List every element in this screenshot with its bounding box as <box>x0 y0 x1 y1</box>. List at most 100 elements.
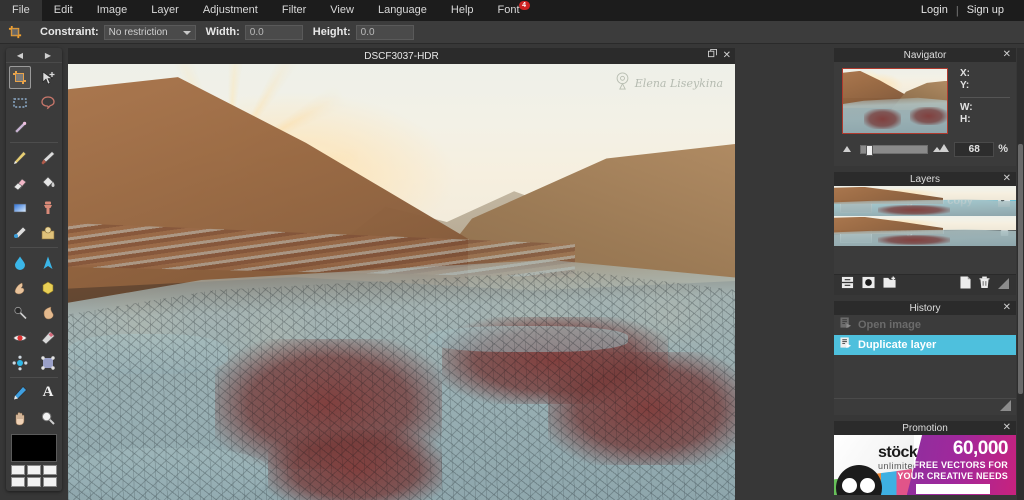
navigator-x-row: X: <box>960 68 1010 80</box>
close-icon[interactable]: ✕ <box>1003 48 1011 62</box>
close-icon[interactable]: ✕ <box>723 49 731 63</box>
swatch[interactable] <box>27 477 41 487</box>
promotion-subline-2: YOUR CREATIVE NEEDS <box>897 471 1008 481</box>
eraser-tool-icon[interactable] <box>6 170 34 195</box>
menu-layer[interactable]: Layer <box>139 0 191 21</box>
document-titlebar[interactable]: DSCF3037-HDR ✕ <box>68 48 735 65</box>
history-panel-footer <box>834 398 1016 415</box>
swatch[interactable] <box>43 477 57 487</box>
history-row[interactable]: Duplicate layer <box>834 335 1016 355</box>
image-canvas[interactable]: Elena Liseykina <box>68 64 735 500</box>
promotion-cta-button[interactable] <box>916 484 990 494</box>
signup-button[interactable]: Sign up <box>959 0 1012 21</box>
dodge-tool-icon[interactable] <box>6 300 34 325</box>
navigator-x-label: X: <box>960 68 970 79</box>
swatch[interactable] <box>27 465 41 475</box>
height-input[interactable]: 0.0 <box>355 24 414 40</box>
layer-row[interactable]: Background copy ✔ <box>834 186 1016 216</box>
smudge-tool-icon[interactable] <box>6 275 34 300</box>
menu-language[interactable]: Language <box>366 0 439 21</box>
crop-tool-icon[interactable] <box>6 65 34 90</box>
resize-grip-icon[interactable] <box>998 276 1009 294</box>
pencil-tool-icon[interactable] <box>6 145 34 170</box>
close-icon[interactable]: ✕ <box>1003 301 1011 315</box>
gradient-tool-icon[interactable] <box>6 195 34 220</box>
magic-wand-tool-icon[interactable] <box>6 115 34 140</box>
tool-grid: A <box>6 63 62 430</box>
eyedropper-tool-icon[interactable] <box>6 380 34 405</box>
healing-brush-tool-icon[interactable] <box>6 220 34 245</box>
warp-tool-icon[interactable] <box>34 350 62 375</box>
zoom-out-icon[interactable] <box>842 140 856 158</box>
watermark-text: Elena Liseykina <box>634 77 723 90</box>
zoom-level-value[interactable]: 68 <box>954 141 995 157</box>
close-icon[interactable]: ✕ <box>1003 421 1011 435</box>
stamp-shape-tool-icon[interactable] <box>34 220 62 245</box>
right-scrollbar[interactable] <box>1017 48 1024 500</box>
layers-panel-header[interactable]: Layers ✕ <box>834 172 1016 186</box>
history-step-icon <box>840 336 852 354</box>
zoom-slider-handle[interactable] <box>866 144 874 156</box>
pinch-tool-icon[interactable] <box>34 325 62 350</box>
navigator-y-row: Y: <box>960 80 1010 92</box>
watermark-logo-icon <box>615 72 630 95</box>
promotion-banner[interactable]: stöck unlimited 60,000 FREE VECTORS FOR … <box>834 435 1016 495</box>
merge-layers-icon[interactable] <box>841 276 854 294</box>
layers-panel-body: Background copy ✔ Background <box>834 186 1016 295</box>
navigator-thumbnail[interactable] <box>842 68 948 134</box>
menu-font[interactable]: Font 4 <box>486 0 532 21</box>
lasso-select-tool-icon[interactable] <box>34 90 62 115</box>
chevron-left-icon[interactable]: ◀ <box>6 48 34 62</box>
width-input[interactable]: 0.0 <box>244 24 303 40</box>
menu-view[interactable]: View <box>318 0 366 21</box>
menu-image[interactable]: Image <box>85 0 140 21</box>
scrollbar-thumb[interactable] <box>1018 144 1023 394</box>
zoom-in-icon[interactable] <box>932 140 950 158</box>
navigator-panel-header[interactable]: Navigator ✕ <box>834 48 1016 62</box>
resize-grip-icon[interactable] <box>1000 398 1011 416</box>
tools-panel: ◀ ▶ A <box>6 48 62 491</box>
zoom-slider[interactable] <box>860 144 929 156</box>
history-panel-header[interactable]: History ✕ <box>834 301 1016 315</box>
navigator-y-label: Y: <box>960 80 970 91</box>
add-layer-icon[interactable] <box>883 276 897 294</box>
sponge-tool-icon[interactable] <box>34 275 62 300</box>
menu-file[interactable]: File <box>0 0 42 21</box>
clone-stamp-tool-icon[interactable] <box>34 195 62 220</box>
chevron-right-icon[interactable]: ▶ <box>34 48 62 62</box>
menu-filter[interactable]: Filter <box>270 0 318 21</box>
menu-font-badge: 4 <box>518 1 530 10</box>
brush-tool-icon[interactable] <box>34 145 62 170</box>
swatch[interactable] <box>11 465 25 475</box>
layers-empty-space <box>834 246 1016 274</box>
sharpen-tool-icon[interactable] <box>34 250 62 275</box>
delete-layer-icon[interactable] <box>979 276 990 294</box>
restore-window-icon[interactable] <box>707 49 717 63</box>
menu-adjustment[interactable]: Adjustment <box>191 0 270 21</box>
burn-tool-icon[interactable] <box>34 300 62 325</box>
layer-mask-icon[interactable] <box>862 276 875 294</box>
red-eye-tool-icon[interactable] <box>6 325 34 350</box>
navigator-coordinates: X: Y: W: H: <box>948 68 1010 134</box>
paint-bucket-tool-icon[interactable] <box>34 170 62 195</box>
swatch[interactable] <box>11 477 25 487</box>
height-label: Height: <box>312 26 351 38</box>
blur-tool-icon[interactable] <box>6 250 34 275</box>
hand-tool-icon[interactable] <box>6 405 34 430</box>
text-tool-icon[interactable]: A <box>34 380 62 405</box>
foreground-color-swatch[interactable] <box>11 434 57 462</box>
swatch[interactable] <box>43 465 57 475</box>
login-button[interactable]: Login <box>913 0 956 21</box>
duplicate-layer-icon[interactable] <box>960 276 971 294</box>
layer-row[interactable]: Background <box>834 216 1016 246</box>
history-row[interactable]: Open image <box>834 315 1016 335</box>
menu-help[interactable]: Help <box>439 0 486 21</box>
move-tool-icon[interactable] <box>34 65 62 90</box>
zoom-tool-icon[interactable] <box>34 405 62 430</box>
bloat-tool-icon[interactable] <box>6 350 34 375</box>
promotion-panel-header[interactable]: Promotion ✕ <box>834 421 1016 435</box>
menu-edit[interactable]: Edit <box>42 0 85 21</box>
marquee-select-tool-icon[interactable] <box>6 90 34 115</box>
close-icon[interactable]: ✕ <box>1003 172 1011 186</box>
constraint-select[interactable]: No restriction <box>103 24 196 40</box>
